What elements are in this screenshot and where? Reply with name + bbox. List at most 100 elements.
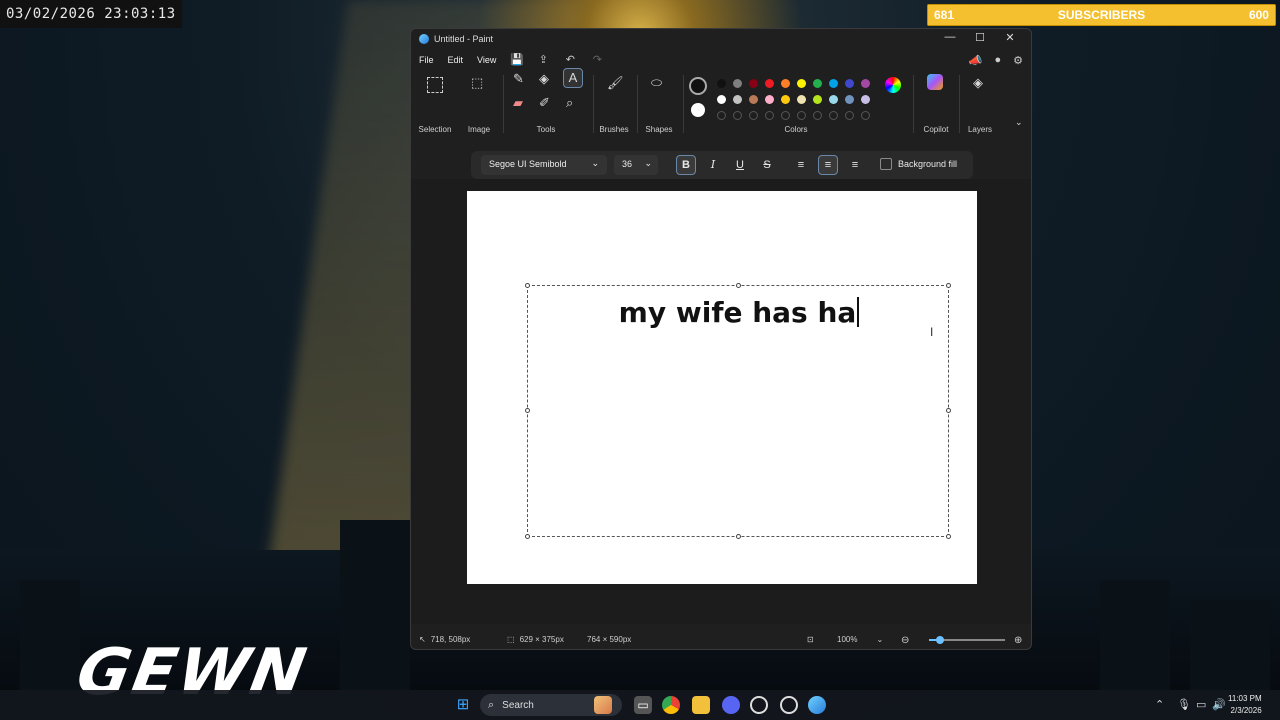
custom-color-slot[interactable] <box>845 111 854 120</box>
start-windows-icon[interactable]: ⊞ <box>454 696 472 714</box>
resize-handle[interactable] <box>525 408 530 413</box>
microphone-icon[interactable]: 🎙 <box>1177 698 1191 711</box>
pencil-icon[interactable]: ✎ <box>513 71 524 87</box>
resize-handle[interactable] <box>946 534 951 539</box>
menu-view[interactable]: View <box>477 55 496 65</box>
image-crop-icon[interactable]: ⬚ <box>471 75 483 91</box>
color-swatch[interactable] <box>717 79 726 88</box>
color-swatch[interactable] <box>781 79 790 88</box>
background-fill-checkbox[interactable] <box>880 158 892 170</box>
widget-landscape-icon[interactable] <box>594 696 612 714</box>
maximize-button[interactable]: ☐ <box>965 31 995 44</box>
align-center-icon[interactable]: ≡ <box>818 155 838 175</box>
magnifier-icon[interactable]: ⌕ <box>566 95 573 111</box>
font-size-select[interactable]: 36 ⌄ <box>614 155 658 175</box>
settings-gear-icon[interactable]: ⚙ <box>1013 54 1023 67</box>
custom-color-slot[interactable] <box>733 111 742 120</box>
color-swatch[interactable] <box>781 95 790 104</box>
resize-handle[interactable] <box>525 283 530 288</box>
italic-button[interactable]: I <box>703 155 723 175</box>
color-swatch[interactable] <box>797 79 806 88</box>
custom-color-slot[interactable] <box>829 111 838 120</box>
display-icon[interactable]: ▭ <box>1196 698 1206 711</box>
brush-icon[interactable]: 🖌 <box>607 75 624 91</box>
custom-color-slot[interactable] <box>765 111 774 120</box>
chrome-icon[interactable] <box>662 696 680 714</box>
custom-color-slot[interactable] <box>781 111 790 120</box>
text-box[interactable]: my wife has ha <box>525 283 951 539</box>
task-view-icon[interactable]: ▭ <box>634 696 652 714</box>
copilot-icon[interactable] <box>927 74 943 90</box>
resize-handle[interactable] <box>736 283 741 288</box>
zoom-select[interactable]: 100% ⌄ <box>837 635 883 644</box>
color-swatch[interactable] <box>829 95 838 104</box>
color-picker-icon[interactable]: ✐ <box>539 95 550 111</box>
custom-color-slot[interactable] <box>861 111 870 120</box>
game-app-icon[interactable] <box>780 696 798 714</box>
zoom-in-icon[interactable]: ⊕ <box>1014 635 1022 646</box>
color-swatch[interactable] <box>749 95 758 104</box>
zoom-slider[interactable] <box>929 636 1005 644</box>
edit-colors-icon[interactable] <box>885 77 901 93</box>
redo-icon[interactable]: ↷ <box>591 54 603 66</box>
resize-handle[interactable] <box>946 408 951 413</box>
custom-color-slot[interactable] <box>717 111 726 120</box>
share-icon[interactable]: ⇪ <box>537 54 549 66</box>
undo-icon[interactable]: ↶ <box>564 54 576 66</box>
shapes-icon[interactable]: ⬭ <box>651 75 662 91</box>
ribbon-expand-chevron-icon[interactable]: ⌄ <box>1015 117 1023 128</box>
align-left-icon[interactable]: ≡ <box>791 155 811 175</box>
color-swatch[interactable] <box>733 79 742 88</box>
account-icon[interactable]: ● <box>994 54 1001 67</box>
primary-color-swatch[interactable] <box>689 77 707 95</box>
color-swatch[interactable] <box>797 95 806 104</box>
selection-icon[interactable] <box>427 77 443 93</box>
align-right-icon[interactable]: ≡ <box>845 155 865 175</box>
color-swatch[interactable] <box>829 79 838 88</box>
save-icon[interactable]: 💾 <box>510 54 524 66</box>
custom-color-slot[interactable] <box>813 111 822 120</box>
resize-handle[interactable] <box>946 283 951 288</box>
background-fill-toggle[interactable]: Background fill <box>880 158 957 170</box>
color-swatch[interactable] <box>765 79 774 88</box>
color-swatch[interactable] <box>717 95 726 104</box>
color-swatch[interactable] <box>861 79 870 88</box>
taskbar-clock[interactable]: 11:03 PM 2/3/2026 <box>1228 693 1262 717</box>
custom-color-slot[interactable] <box>797 111 806 120</box>
secondary-color-swatch[interactable] <box>691 103 705 117</box>
color-swatch[interactable] <box>813 95 822 104</box>
close-button[interactable]: ✕ <box>995 31 1025 44</box>
fit-to-window-icon[interactable]: ⊡ <box>807 635 814 644</box>
bold-button[interactable]: B <box>676 155 696 175</box>
file-explorer-icon[interactable] <box>692 696 710 714</box>
color-swatch[interactable] <box>861 95 870 104</box>
color-swatch[interactable] <box>845 79 854 88</box>
discord-icon[interactable] <box>722 696 740 714</box>
font-family-select[interactable]: Segoe UI Semibold ⌄ <box>481 155 607 175</box>
strikethrough-button[interactable]: S <box>757 155 777 175</box>
fill-bucket-icon[interactable]: ◈ <box>539 71 549 87</box>
tray-chevron-icon[interactable]: ⌃ <box>1155 698 1164 711</box>
clock-app-icon[interactable] <box>750 696 768 714</box>
resize-handle[interactable] <box>525 534 530 539</box>
color-swatch[interactable] <box>813 79 822 88</box>
menu-file[interactable]: File <box>419 55 434 65</box>
color-swatch[interactable] <box>845 95 854 104</box>
zoom-out-icon[interactable]: ⊖ <box>901 635 909 646</box>
resize-handle[interactable] <box>736 534 741 539</box>
menu-edit[interactable]: Edit <box>448 55 464 65</box>
custom-color-slot[interactable] <box>749 111 758 120</box>
volume-icon[interactable]: 🔊 <box>1212 698 1226 711</box>
minimize-button[interactable]: — <box>935 31 965 44</box>
drawing-canvas[interactable]: my wife has ha I <box>467 191 977 584</box>
paint-taskbar-icon[interactable] <box>808 696 826 714</box>
color-swatch[interactable] <box>733 95 742 104</box>
title-bar[interactable]: Untitled - Paint — ☐ ✕ <box>411 29 1031 49</box>
color-swatch[interactable] <box>749 79 758 88</box>
eraser-icon[interactable]: ▰ <box>513 95 523 111</box>
color-swatch[interactable] <box>765 95 774 104</box>
text-tool-icon[interactable]: A <box>563 68 583 88</box>
zoom-slider-knob[interactable] <box>936 636 945 644</box>
feedback-icon[interactable]: 📣 <box>969 54 983 67</box>
underline-button[interactable]: U <box>730 155 750 175</box>
